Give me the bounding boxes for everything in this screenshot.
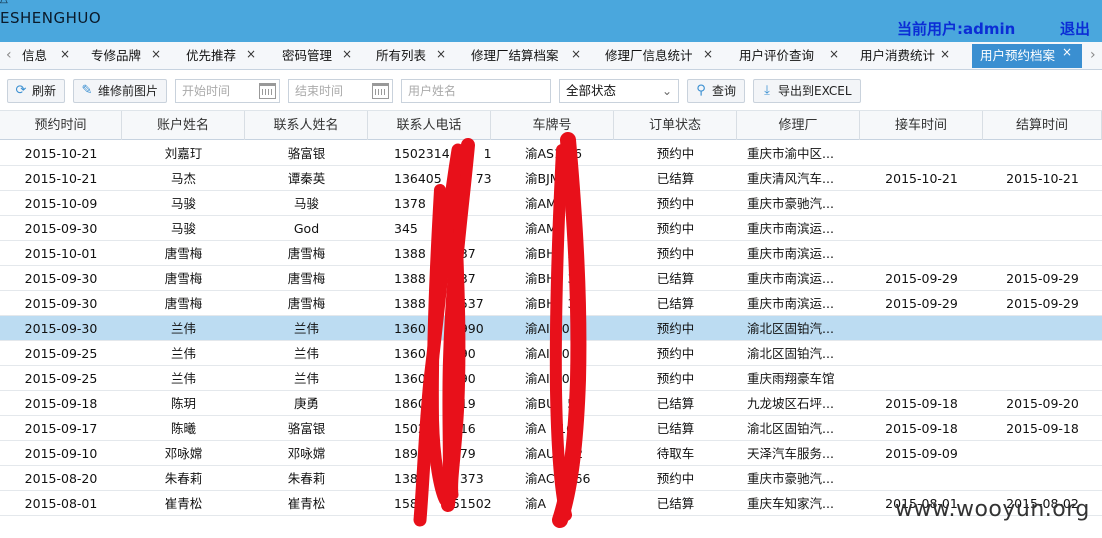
redaction-scribble-plate: [549, 132, 587, 528]
redaction-scribble-phone: [413, 138, 475, 527]
watermark: www.wooyun.org: [895, 497, 1090, 522]
redaction-overlay: [413, 132, 587, 528]
